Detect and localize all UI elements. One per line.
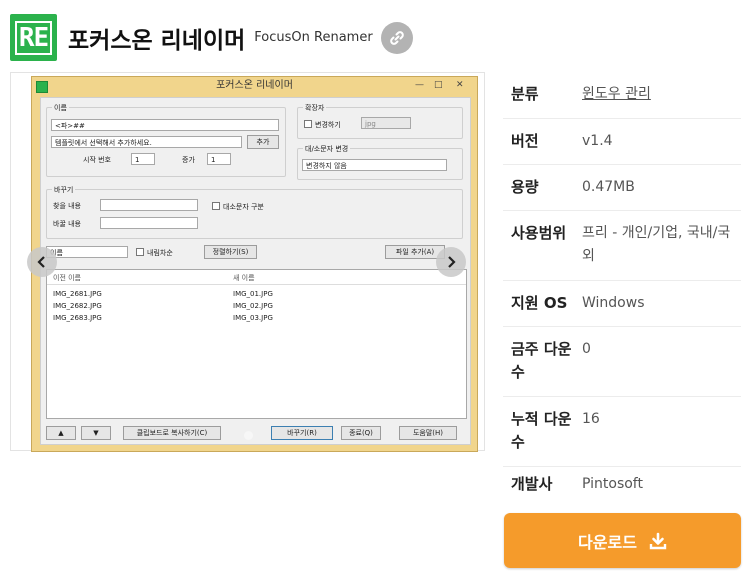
share-link-button[interactable] bbox=[380, 21, 413, 54]
size-value: 0.47MB bbox=[582, 179, 635, 195]
sort-button: 정렬하기(S) bbox=[204, 245, 257, 259]
file-old-name: IMG_2683.JPG bbox=[53, 314, 102, 322]
link-icon bbox=[389, 30, 404, 45]
find-field bbox=[100, 199, 198, 211]
move-down-button: ▼ bbox=[81, 426, 111, 440]
case-sensitive-checkbox bbox=[212, 202, 220, 210]
descending-label: 내림차순 bbox=[147, 249, 173, 257]
info-row-category: 분류 윈도우 관리 bbox=[503, 72, 741, 119]
version-value: v1.4 bbox=[582, 133, 613, 149]
file-new-name: IMG_02.JPG bbox=[233, 302, 273, 310]
weekly-downloads-value: 0 bbox=[582, 341, 591, 357]
info-row-weekly-downloads: 금주 다운수 0 bbox=[503, 327, 741, 397]
license-label: 사용범위 bbox=[511, 224, 567, 242]
chevron-right-icon bbox=[448, 256, 456, 268]
col-old-name: 이전 이름 bbox=[53, 274, 81, 282]
increment-label: 증가 bbox=[182, 156, 195, 164]
license-value: 프리 - 개인/기업, 국내/국외 bbox=[582, 225, 731, 264]
os-label: 지원 OS bbox=[511, 294, 568, 312]
software-info-table: 분류 윈도우 관리 버전 v1.4 용량 0.47MB 사용범위 프리 - 개인… bbox=[503, 72, 741, 509]
app-window-preview: 포커스온 리네이머 — □ ✕ 이름 <파>## 템플릿에서 선택해서 추가하세… bbox=[31, 76, 478, 452]
carousel-next-button[interactable] bbox=[436, 247, 466, 277]
file-new-name: IMG_01.JPG bbox=[233, 290, 273, 298]
info-row-size: 용량 0.47MB bbox=[503, 165, 741, 211]
file-old-name: IMG_2681.JPG bbox=[53, 290, 102, 298]
version-label: 버전 bbox=[511, 132, 539, 150]
carousel-prev-button[interactable] bbox=[27, 247, 57, 277]
window-title: 포커스온 리네이머 bbox=[216, 80, 293, 91]
rename-button: 바꾸기(R) bbox=[271, 426, 333, 440]
app-logo: RE bbox=[10, 14, 57, 61]
add-template-button: 추가 bbox=[247, 135, 279, 149]
developer-label: 개발사 bbox=[511, 475, 553, 493]
screenshot-carousel: 포커스온 리네이머 — □ ✕ 이름 <파>## 템플릿에서 선택해서 추가하세… bbox=[10, 72, 485, 452]
info-row-developer: 개발사 Pintosoft bbox=[503, 467, 741, 509]
download-button[interactable]: 다운로드 bbox=[504, 513, 741, 568]
start-number-field: 1 bbox=[131, 153, 155, 165]
info-row-total-downloads: 누적 다운수 16 bbox=[503, 397, 741, 467]
page-subtitle: FocusOn Renamer bbox=[254, 30, 373, 45]
increment-field: 1 bbox=[207, 153, 231, 165]
download-button-label: 다운로드 bbox=[578, 532, 637, 552]
replace-field bbox=[100, 217, 198, 229]
start-number-label: 시작 번호 bbox=[83, 156, 111, 164]
replace-label: 바꿀 내용 bbox=[53, 220, 81, 228]
clipboard-button: 클립보드로 복사하기(C) bbox=[123, 426, 221, 440]
find-label: 찾을 내용 bbox=[53, 202, 81, 210]
extension-change-checkbox bbox=[304, 120, 312, 128]
sort-select: 이름 bbox=[46, 246, 128, 258]
case-sensitive-label: 대소문자 구분 bbox=[223, 203, 264, 211]
replace-group: 바꾸기 bbox=[46, 185, 463, 239]
os-value: Windows bbox=[582, 295, 645, 311]
move-up-button: ▲ bbox=[46, 426, 76, 440]
case-select: 변경하지 않음 bbox=[302, 159, 447, 171]
info-row-os: 지원 OS Windows bbox=[503, 281, 741, 327]
name-pattern-input: <파>## bbox=[51, 119, 279, 131]
developer-value: Pintosoft bbox=[582, 476, 643, 492]
help-button: 도움말(H) bbox=[399, 426, 457, 440]
info-row-version: 버전 v1.4 bbox=[503, 119, 741, 165]
file-list: 이전 이름 새 이름 IMG_2681.JPG IMG_01.JPG IMG_2… bbox=[46, 269, 467, 419]
file-list-header: 이전 이름 새 이름 bbox=[47, 270, 466, 285]
weekly-downloads-label: 금주 다운수 bbox=[511, 340, 572, 381]
exit-button: 종료(Q) bbox=[341, 426, 381, 440]
category-link[interactable]: 윈도우 관리 bbox=[582, 83, 741, 118]
descending-checkbox bbox=[136, 248, 144, 256]
window-client-area: 이름 <파>## 템플릿에서 선택해서 추가하세요. 추가 시작 번호 1 증가… bbox=[40, 97, 471, 445]
page-title: 포커스온 리네이머 bbox=[68, 27, 246, 54]
chevron-left-icon bbox=[37, 256, 45, 268]
maximize-icon: □ bbox=[434, 80, 443, 90]
page-header: RE 포커스온 리네이머 FocusOn Renamer bbox=[10, 14, 413, 61]
download-icon bbox=[649, 532, 667, 549]
size-label: 용량 bbox=[511, 178, 539, 196]
category-label: 분류 bbox=[511, 85, 539, 103]
info-row-license: 사용범위 프리 - 개인/기업, 국내/국외 bbox=[503, 211, 741, 281]
carousel-indicator-dot[interactable] bbox=[244, 431, 253, 440]
close-icon: ✕ bbox=[456, 80, 464, 90]
file-old-name: IMG_2682.JPG bbox=[53, 302, 102, 310]
minimize-icon: — bbox=[415, 80, 424, 90]
file-new-name: IMG_03.JPG bbox=[233, 314, 273, 322]
col-new-name: 새 이름 bbox=[233, 274, 255, 282]
total-downloads-value: 16 bbox=[582, 411, 600, 427]
extension-change-label: 변경하기 bbox=[315, 121, 341, 129]
total-downloads-label: 누적 다운수 bbox=[511, 410, 572, 451]
extension-field: jpg bbox=[361, 117, 411, 129]
template-select: 템플릿에서 선택해서 추가하세요. bbox=[51, 136, 242, 148]
